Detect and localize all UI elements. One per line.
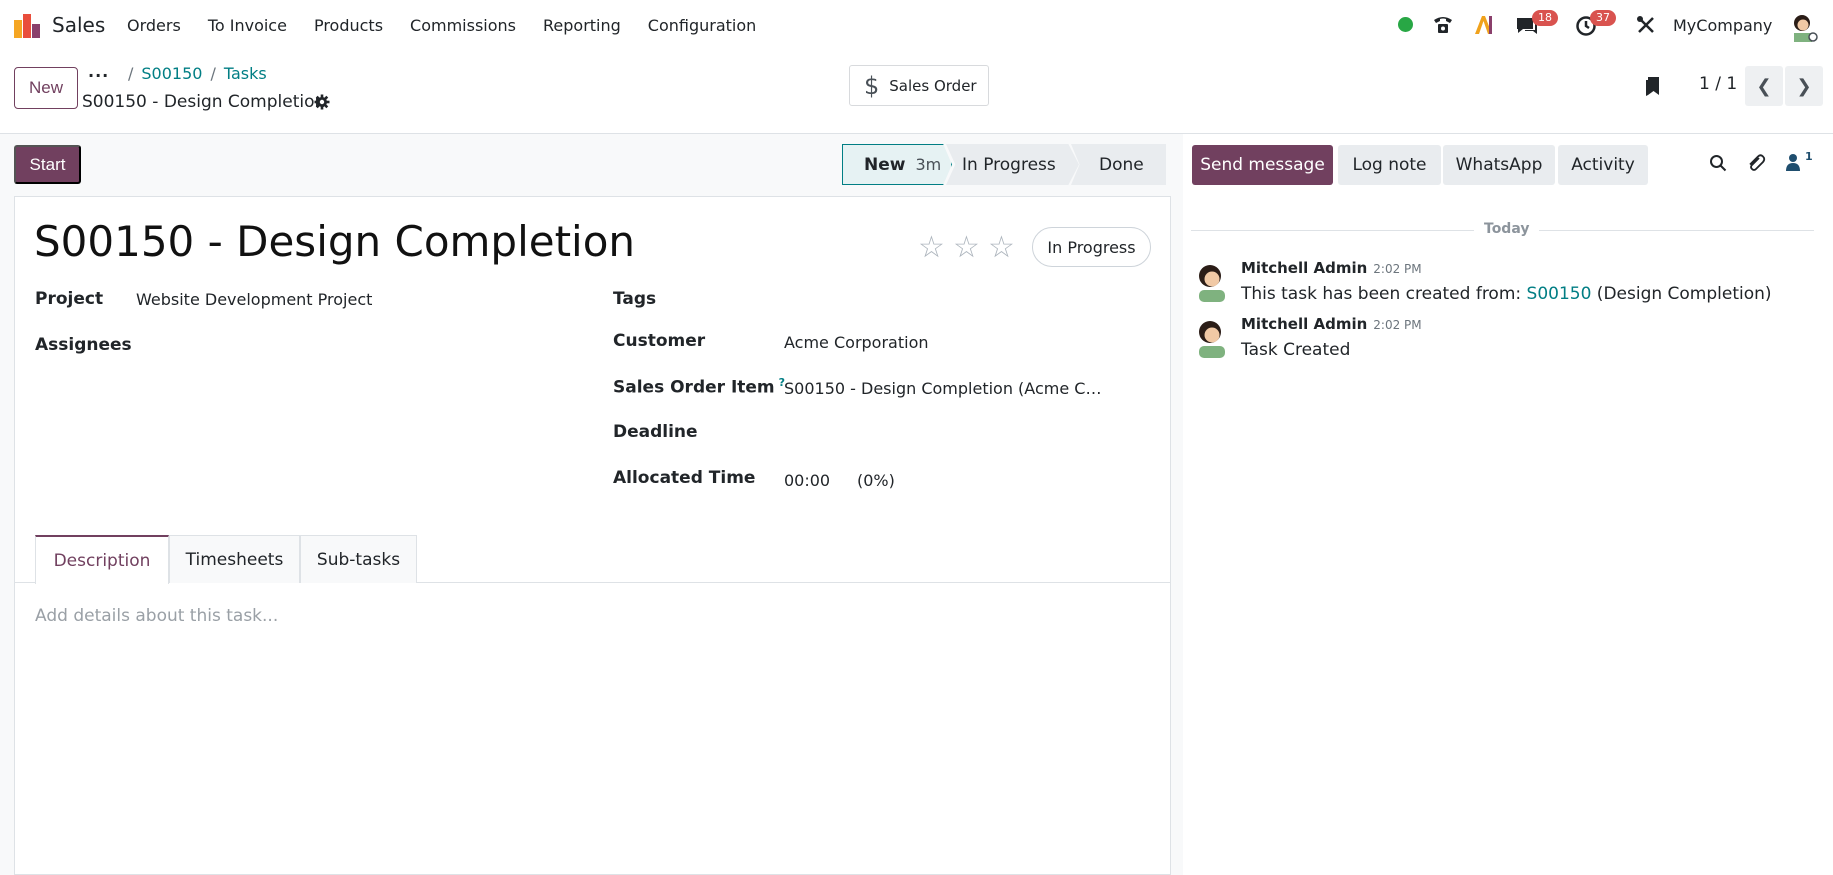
task-state-button[interactable]: In Progress [1032, 227, 1151, 267]
whatsapp-button[interactable]: WhatsApp [1443, 145, 1555, 185]
tags-field[interactable] [783, 288, 1143, 312]
stage-label: Done [1099, 154, 1144, 175]
message-author[interactable]: Mitchell Admin 2:02 PM [1241, 259, 1422, 277]
author-avatar[interactable] [1192, 262, 1232, 302]
pager-value[interactable]: 1 / 1 [1699, 74, 1737, 94]
send-message-button[interactable]: Send message [1192, 145, 1333, 185]
top-navbar: Sales Orders To Invoice Products Commiss… [0, 0, 1833, 52]
date-separator: Today [1474, 221, 1540, 237]
paperclip-icon[interactable] [1746, 153, 1766, 173]
messages-badge: 18 [1532, 10, 1558, 26]
bookmark-icon[interactable] [1645, 76, 1661, 96]
app-name[interactable]: Sales [52, 13, 105, 37]
deadline-field[interactable] [783, 421, 1143, 445]
tab-sub-tasks[interactable]: Sub-tasks [300, 535, 417, 583]
activities-badge: 37 [1590, 10, 1616, 26]
menu-products[interactable]: Products [314, 16, 383, 35]
stage-label: New [864, 154, 906, 175]
stage-statusbar: New 3m In Progress Done [842, 144, 1166, 185]
task-title-field[interactable]: S00150 - Design Completion [34, 217, 635, 266]
sales-order-item-label: Sales Order Item? [613, 376, 785, 398]
author-name: Mitchell Admin [1241, 315, 1368, 333]
breadcrumb-separator: / [128, 64, 134, 83]
message-body: This task has been created from: S00150 … [1241, 284, 1772, 304]
dollar-icon: $ [864, 71, 880, 100]
ai-icon[interactable] [1473, 14, 1495, 36]
start-button[interactable]: Start [14, 145, 81, 184]
allocated-time-percentage: (0%) [857, 471, 895, 490]
message-time: 2:02 PM [1373, 262, 1422, 276]
main-menu: Orders To Invoice Products Commissions R… [127, 16, 783, 35]
message-text: (Design Completion) [1591, 284, 1772, 304]
assignees-label: Assignees [35, 335, 132, 355]
allocated-time-field[interactable]: 00:00 [784, 471, 830, 490]
user-avatar[interactable] [1788, 12, 1818, 42]
message-body: Task Created [1241, 340, 1351, 360]
description-editor[interactable]: Add details about this task... [35, 606, 278, 626]
new-button[interactable]: New [14, 67, 78, 109]
search-icon[interactable] [1709, 154, 1727, 172]
project-label: Project [35, 289, 104, 309]
breadcrumb-more-button[interactable]: ... [88, 62, 109, 81]
stage-in-progress[interactable]: In Progress [946, 144, 1079, 185]
chatter-panel [1183, 134, 1833, 875]
stage-label: In Progress [962, 154, 1056, 175]
allocated-time-label: Allocated Time [613, 468, 756, 488]
tab-timesheets[interactable]: Timesheets [169, 535, 300, 583]
priority-star-icon[interactable]: ☆ [988, 230, 1015, 265]
tab-description[interactable]: Description [35, 535, 169, 584]
assignees-field[interactable] [136, 334, 556, 358]
stage-duration: 3m [915, 155, 942, 174]
pager-next-button[interactable]: ❯ [1785, 66, 1823, 106]
notebook-tabs: Description Timesheets Sub-tasks [14, 535, 1171, 584]
log-note-button[interactable]: Log note [1338, 145, 1441, 185]
menu-reporting[interactable]: Reporting [543, 16, 621, 35]
tools-icon[interactable] [1636, 15, 1656, 35]
project-field[interactable]: Website Development Project [136, 290, 372, 309]
breadcrumb: / S00150 / Tasks [120, 64, 267, 83]
breadcrumb-sale-order[interactable]: S00150 [141, 64, 202, 83]
message-author[interactable]: Mitchell Admin 2:02 PM [1241, 315, 1422, 333]
breadcrumb-tasks[interactable]: Tasks [224, 64, 267, 83]
menu-to-invoice[interactable]: To Invoice [208, 16, 287, 35]
breadcrumb-separator: / [210, 64, 216, 83]
pager-previous-button[interactable]: ❮ [1745, 66, 1783, 106]
stage-done[interactable]: Done [1071, 144, 1166, 185]
menu-orders[interactable]: Orders [127, 16, 181, 35]
menu-configuration[interactable]: Configuration [648, 16, 757, 35]
menu-commissions[interactable]: Commissions [410, 16, 516, 35]
sales-order-smart-button[interactable]: $ Sales Order [849, 65, 989, 106]
author-name: Mitchell Admin [1241, 259, 1368, 277]
presence-status-icon[interactable] [1398, 17, 1413, 32]
priority-star-icon[interactable]: ☆ [953, 230, 980, 265]
tags-label: Tags [613, 289, 657, 309]
control-panel: New ... / S00150 / Tasks S00150 - Design Co… [0, 52, 1833, 134]
company-switcher[interactable]: MyCompany [1673, 16, 1772, 35]
smart-button-label: Sales Order [889, 76, 977, 95]
record-title: S00150 - Design Completion [82, 92, 326, 112]
phone-icon[interactable] [1432, 14, 1454, 36]
priority-star-icon[interactable]: ☆ [918, 230, 945, 265]
followers-icon[interactable] [1785, 153, 1801, 171]
sales-order-item-label-text: Sales Order Item [613, 377, 775, 398]
activity-button[interactable]: Activity [1558, 145, 1648, 185]
deadline-label: Deadline [613, 422, 698, 442]
author-avatar[interactable] [1192, 318, 1232, 358]
stage-new[interactable]: New 3m [842, 144, 952, 185]
chevron-left-icon: ❮ [1756, 75, 1772, 97]
sales-app-icon[interactable] [14, 12, 40, 38]
customer-field[interactable]: Acme Corporation [784, 333, 929, 352]
message-time: 2:02 PM [1373, 318, 1422, 332]
gear-icon[interactable] [314, 94, 330, 110]
chevron-right-icon: ❯ [1796, 75, 1812, 97]
followers-count: 1 [1805, 150, 1813, 163]
customer-label: Customer [613, 331, 706, 351]
message-link[interactable]: S00150 [1527, 284, 1592, 304]
sales-order-item-field[interactable]: S00150 - Design Completion (Acme C… [784, 379, 1101, 398]
message-text: This task has been created from: [1241, 284, 1527, 304]
